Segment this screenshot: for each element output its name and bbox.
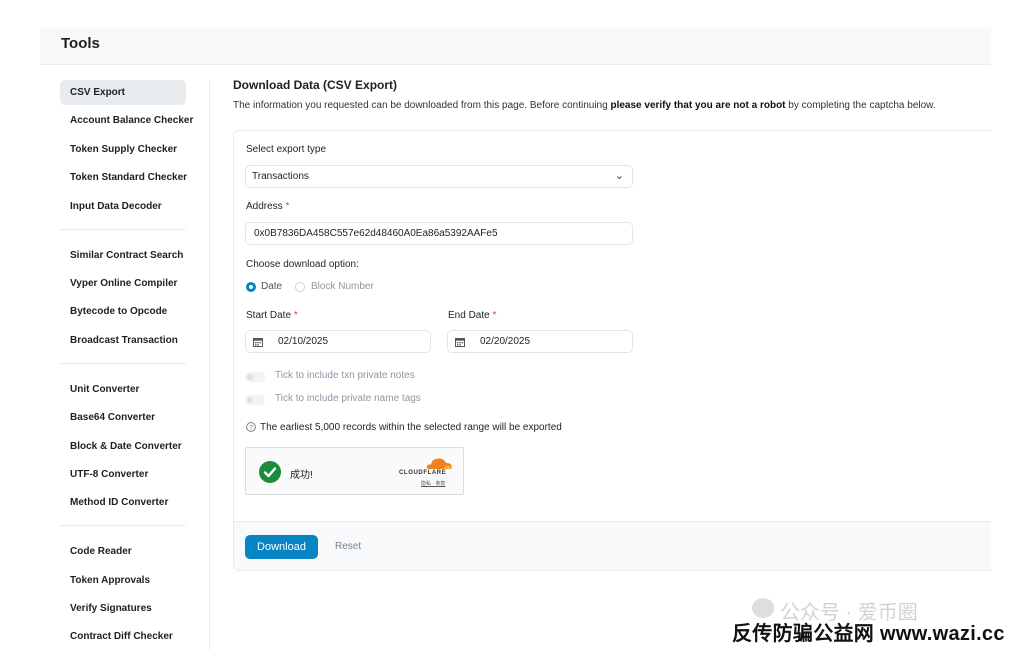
export-type-value: Transactions <box>252 171 309 182</box>
question-circle-icon: ? <box>246 422 256 432</box>
cloud-icon <box>426 458 453 469</box>
sidebar-item-token-standard-checker[interactable]: Token Standard Checker <box>60 165 187 190</box>
captcha-privacy-terms-links[interactable]: 隐私 · 条款 <box>421 480 445 487</box>
cloudflare-logo: CLOUDFLARE 隐私 · 条款 <box>399 456 455 488</box>
page-title: Tools <box>61 35 100 52</box>
address-value: 0x0B7836DA458C557e62d48460A0Ea86a5392AAF… <box>254 228 498 239</box>
sidebar-item-input-data-decoder[interactable]: Input Data Decoder <box>60 194 186 219</box>
tools-sidebar: CSV Export Account Balance Checker Token S… <box>60 80 193 653</box>
main-header: Download Data (CSV Export) The informati… <box>233 78 991 111</box>
radio-date[interactable] <box>246 282 256 292</box>
sidebar-item-utf-8-converter[interactable]: UTF-8 Converter <box>60 462 186 487</box>
toggle-private-notes-label: Tick to include txn private notes <box>275 370 415 381</box>
sidebar-item-token-approvals[interactable]: Token Approvals <box>60 568 186 593</box>
sidebar-item-verify-signatures[interactable]: Verify Signatures <box>60 596 186 621</box>
sidebar-item-base64-converter[interactable]: Base64 Converter <box>60 405 186 430</box>
export-type-label: Select export type <box>246 144 327 155</box>
toggle-private-notes[interactable] <box>245 372 265 382</box>
sidebar-item-token-supply-checker[interactable]: Token Supply Checker <box>60 137 186 162</box>
sidebar-item-block-date-converter[interactable]: Block & Date Converter <box>60 434 186 459</box>
address-label-text: Address <box>246 201 283 212</box>
required-mark: * <box>492 310 497 321</box>
sidebar-item-csv-export[interactable]: CSV Export <box>60 80 186 105</box>
radio-block-number-label: Block Number <box>311 281 374 292</box>
export-limit-info: The earliest 5,000 records within the se… <box>260 422 562 433</box>
download-option-label: Choose download option: <box>246 259 359 270</box>
sidebar-separator <box>60 362 186 364</box>
section-description: The information you requested can be dow… <box>233 100 991 111</box>
sidebar-item-similar-contract-search[interactable]: Similar Contract Search <box>60 243 186 268</box>
captcha-widget[interactable]: 成功! CLOUDFLARE 隐私 · 条款 <box>245 447 464 495</box>
end-date-label: End Date * <box>448 310 496 321</box>
export-type-select[interactable]: Transactions ⌄ <box>245 165 633 188</box>
address-label: Address * <box>246 201 289 212</box>
calendar-icon <box>455 338 465 347</box>
toggle-private-tags[interactable] <box>245 395 265 405</box>
calendar-icon <box>253 338 263 347</box>
page-header: Tools <box>40 28 991 65</box>
sidebar-divider <box>209 80 210 650</box>
end-date-input[interactable]: 02/20/2025 <box>447 330 633 353</box>
start-date-label: Start Date * <box>246 310 298 321</box>
required-mark: * <box>285 201 290 212</box>
section-heading: Download Data (CSV Export) <box>233 78 398 92</box>
watermark-site: 反传防骗公益网 www.wazi.cc <box>732 623 1005 645</box>
captcha-status: 成功! <box>290 470 313 481</box>
description-text: The information you requested can be dow… <box>233 100 611 111</box>
reset-button[interactable]: Reset <box>335 541 361 552</box>
sidebar-item-vyper-online-compiler[interactable]: Vyper Online Compiler <box>60 271 186 296</box>
radio-date-label: Date <box>261 281 283 292</box>
sidebar-item-broadcast-transaction[interactable]: Broadcast Transaction <box>60 328 186 353</box>
check-circle-icon <box>259 461 281 483</box>
description-bold: please verify that you are not a robot <box>610 100 786 111</box>
start-date-input[interactable]: 02/10/2025 <box>245 330 431 353</box>
sidebar-item-unit-converter[interactable]: Unit Converter <box>60 377 186 402</box>
sidebar-item-method-id-converter[interactable]: Method ID Converter <box>60 490 186 515</box>
end-date-label-text: End Date <box>448 310 490 321</box>
start-date-value: 02/10/2025 <box>278 336 329 347</box>
wechat-icon <box>752 598 774 618</box>
required-mark: * <box>293 310 298 321</box>
download-button[interactable]: Download <box>245 535 318 559</box>
address-input[interactable]: 0x0B7836DA458C557e62d48460A0Ea86a5392AAF… <box>245 222 633 245</box>
sidebar-item-contract-diff-checker[interactable]: Contract Diff Checker <box>60 624 186 649</box>
description-text-end: by completing the captcha below. <box>785 100 936 111</box>
radio-block-number[interactable] <box>295 282 305 292</box>
sidebar-separator <box>60 525 186 527</box>
svg-text:?: ? <box>249 425 253 432</box>
sidebar-item-account-balance-checker[interactable]: Account Balance Checker <box>60 108 193 133</box>
start-date-label-text: Start Date <box>246 310 292 321</box>
sidebar-item-code-reader[interactable]: Code Reader <box>60 539 186 564</box>
sidebar-separator <box>60 228 186 230</box>
toggle-private-tags-label: Tick to include private name tags <box>275 393 421 404</box>
sidebar-item-bytecode-to-opcode[interactable]: Bytecode to Opcode <box>60 299 186 324</box>
cloudflare-wordmark: CLOUDFLARE <box>399 470 447 476</box>
chevron-down-icon: ⌄ <box>614 170 624 182</box>
end-date-value: 02/20/2025 <box>480 336 531 347</box>
